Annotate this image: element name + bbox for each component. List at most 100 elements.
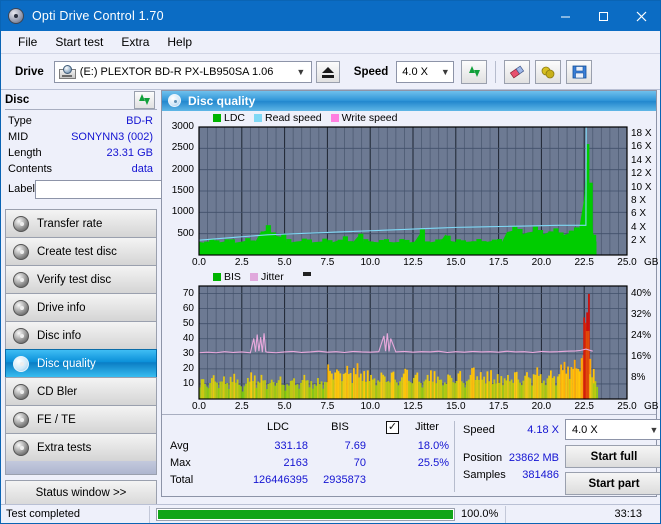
x-axis-tick: 17.5 bbox=[488, 401, 509, 413]
disc-key: Contents bbox=[8, 162, 53, 175]
sidebar-item-drive-info[interactable]: Drive info bbox=[5, 293, 157, 321]
disc-icon bbox=[13, 215, 29, 232]
sidebar-item-label: Drive info bbox=[37, 301, 86, 314]
disc-value: 23.31 GB bbox=[106, 146, 153, 159]
y-axis-tick: 50 bbox=[182, 317, 194, 329]
disc-refresh-button[interactable] bbox=[134, 90, 155, 109]
stats-header-jitter: Jitter bbox=[415, 421, 439, 434]
start-part-button[interactable]: Start part bbox=[565, 472, 660, 496]
legend-swatch bbox=[254, 113, 263, 122]
save-button[interactable] bbox=[566, 59, 593, 84]
minimize-icon[interactable] bbox=[546, 1, 584, 31]
readout-area: Speed 4.18 X Position 23862 MB Samples 3… bbox=[461, 419, 660, 496]
disc-group-title: Disc bbox=[5, 93, 30, 106]
chevron-down-icon: ▼ bbox=[296, 66, 306, 77]
disc-row-type: Type BD-R bbox=[8, 113, 155, 128]
erase-button[interactable] bbox=[504, 59, 531, 84]
lock-button[interactable] bbox=[535, 59, 562, 84]
disc-icon bbox=[13, 299, 29, 316]
resize-grip[interactable] bbox=[646, 509, 658, 521]
sidebar-item-cd-bler[interactable]: CD Bler bbox=[5, 377, 157, 405]
sidebar-item-fe-te[interactable]: FE / TE bbox=[5, 405, 157, 433]
x-axis-unit: GB bbox=[644, 401, 659, 413]
ldc-chart: LDC Read speed Write speed 500 1000 1500 2000 2… bbox=[162, 111, 659, 270]
stats-total-bis: 2935873 bbox=[323, 474, 366, 487]
disc-value: BD-R bbox=[126, 114, 153, 127]
disc-row-length: Length 23.31 GB bbox=[8, 145, 155, 160]
disc-fields: Type BD-R MID SONYNN3 (002) Length 23.31… bbox=[5, 110, 238, 202]
x-axis-tick: 0.0 bbox=[192, 256, 206, 268]
sidebar-item-extra-tests[interactable]: Extra tests bbox=[5, 433, 157, 461]
legend-item: BIS bbox=[213, 271, 241, 283]
progress-cell: 100.0% bbox=[150, 507, 505, 521]
x-axis-tick: 22.5 bbox=[574, 256, 594, 268]
chart-legend: LDC Read speed Write speed bbox=[213, 112, 403, 124]
window-buttons bbox=[546, 1, 660, 31]
sidebar-item-disc-info[interactable]: Disc info bbox=[5, 321, 157, 349]
speed-select[interactable]: 4.0 X ▼ bbox=[396, 60, 455, 83]
refresh-icon bbox=[468, 65, 481, 78]
y-axis-tick: 60 bbox=[182, 302, 194, 314]
sidebar-item-create-test-disc[interactable]: Create test disc bbox=[5, 237, 157, 265]
refresh-icon bbox=[138, 93, 151, 106]
x-axis-tick: 2.5 bbox=[234, 256, 249, 268]
panel-header: Disc quality bbox=[162, 91, 656, 111]
stats-total-ldc: 126446395 bbox=[252, 474, 308, 487]
disc-icon bbox=[13, 439, 29, 456]
body-area: Disc Type BD-R MID SONYNN3 (002) Length … bbox=[1, 90, 660, 506]
eraser-icon bbox=[510, 65, 525, 78]
disc-group-header: Disc bbox=[5, 90, 157, 110]
y-axis-tick: 30 bbox=[182, 347, 194, 359]
chart-bot-wrap-svg bbox=[198, 285, 628, 400]
stats-header-bis: BIS bbox=[331, 421, 349, 434]
elapsed-time: 33:13 bbox=[614, 508, 642, 520]
chart-top-wrap-svg bbox=[198, 126, 628, 256]
sidebar-item-transfer-rate[interactable]: Transfer rate bbox=[5, 209, 157, 237]
drive-select[interactable]: (E:) PLEXTOR BD-R PX-LB950SA 1.06 ▼ bbox=[53, 60, 312, 83]
legend-item: Jitter bbox=[249, 271, 284, 283]
close-icon[interactable] bbox=[622, 1, 660, 31]
test-speed-value: 4.0 X bbox=[572, 423, 598, 436]
legend-item: Read speed bbox=[254, 112, 322, 124]
sidebar: Disc Type BD-R MID SONYNN3 (002) Length … bbox=[1, 90, 238, 506]
menu-extra[interactable]: Extra bbox=[112, 33, 158, 51]
legend-swatch bbox=[213, 113, 221, 122]
disc-key: Type bbox=[8, 114, 32, 127]
refresh-button[interactable] bbox=[461, 59, 488, 84]
y2-axis-tick: 6 X bbox=[631, 208, 647, 220]
test-speed-select[interactable]: 4.0 X ▼ bbox=[565, 419, 660, 441]
menu-file[interactable]: File bbox=[9, 33, 46, 51]
jitter-checkbox[interactable]: ✓ bbox=[386, 421, 399, 435]
sidebar-item-disc-quality[interactable]: Disc quality bbox=[5, 349, 157, 377]
readout-samples-key: Samples bbox=[463, 469, 506, 482]
drive-select-value: (E:) PLEXTOR BD-R PX-LB950SA 1.06 bbox=[79, 65, 274, 78]
x-axis-tick: 7.5 bbox=[320, 401, 335, 413]
y2-axis-tick: 32% bbox=[631, 309, 652, 321]
x-axis-tick: 15.0 bbox=[446, 401, 466, 413]
disc-value: data bbox=[131, 162, 153, 175]
y2-axis-tick: 8 X bbox=[631, 195, 647, 206]
menu-help[interactable]: Help bbox=[158, 33, 201, 51]
sidebar-item-label: Extra tests bbox=[37, 441, 92, 454]
readout-position-key: Position bbox=[463, 452, 503, 465]
chart-legend: BIS Jitter bbox=[213, 271, 289, 283]
x-axis-tick: 7.5 bbox=[320, 256, 335, 268]
start-full-button[interactable]: Start full bbox=[565, 445, 660, 469]
legend-label: BIS bbox=[224, 271, 241, 284]
menu-start-test[interactable]: Start test bbox=[46, 33, 112, 51]
y-axis-tick: 500 bbox=[177, 227, 194, 239]
stats-header-ldc: LDC bbox=[266, 421, 289, 434]
toolbar-divider bbox=[495, 60, 497, 83]
sidebar-item-label: CD Bler bbox=[37, 385, 78, 398]
maximize-icon[interactable] bbox=[584, 1, 622, 31]
sidebar-item-label: Disc info bbox=[37, 329, 82, 342]
sidebar-item-verify-test-disc[interactable]: Verify test disc bbox=[5, 265, 157, 293]
x-axis-tick: 25.0 bbox=[617, 256, 637, 268]
statistics-table: LDC BIS ✓ Jitter Avg 331.18 7.69 18.0% M… bbox=[162, 419, 452, 496]
y2-axis-tick: 10 X bbox=[631, 181, 652, 193]
eject-button[interactable] bbox=[315, 60, 340, 83]
x-axis-unit: GB bbox=[644, 256, 659, 268]
status-window-button[interactable]: Status window >> bbox=[5, 480, 157, 506]
y2-axis-tick: 16% bbox=[631, 351, 652, 363]
drive-label: Drive bbox=[15, 65, 44, 78]
